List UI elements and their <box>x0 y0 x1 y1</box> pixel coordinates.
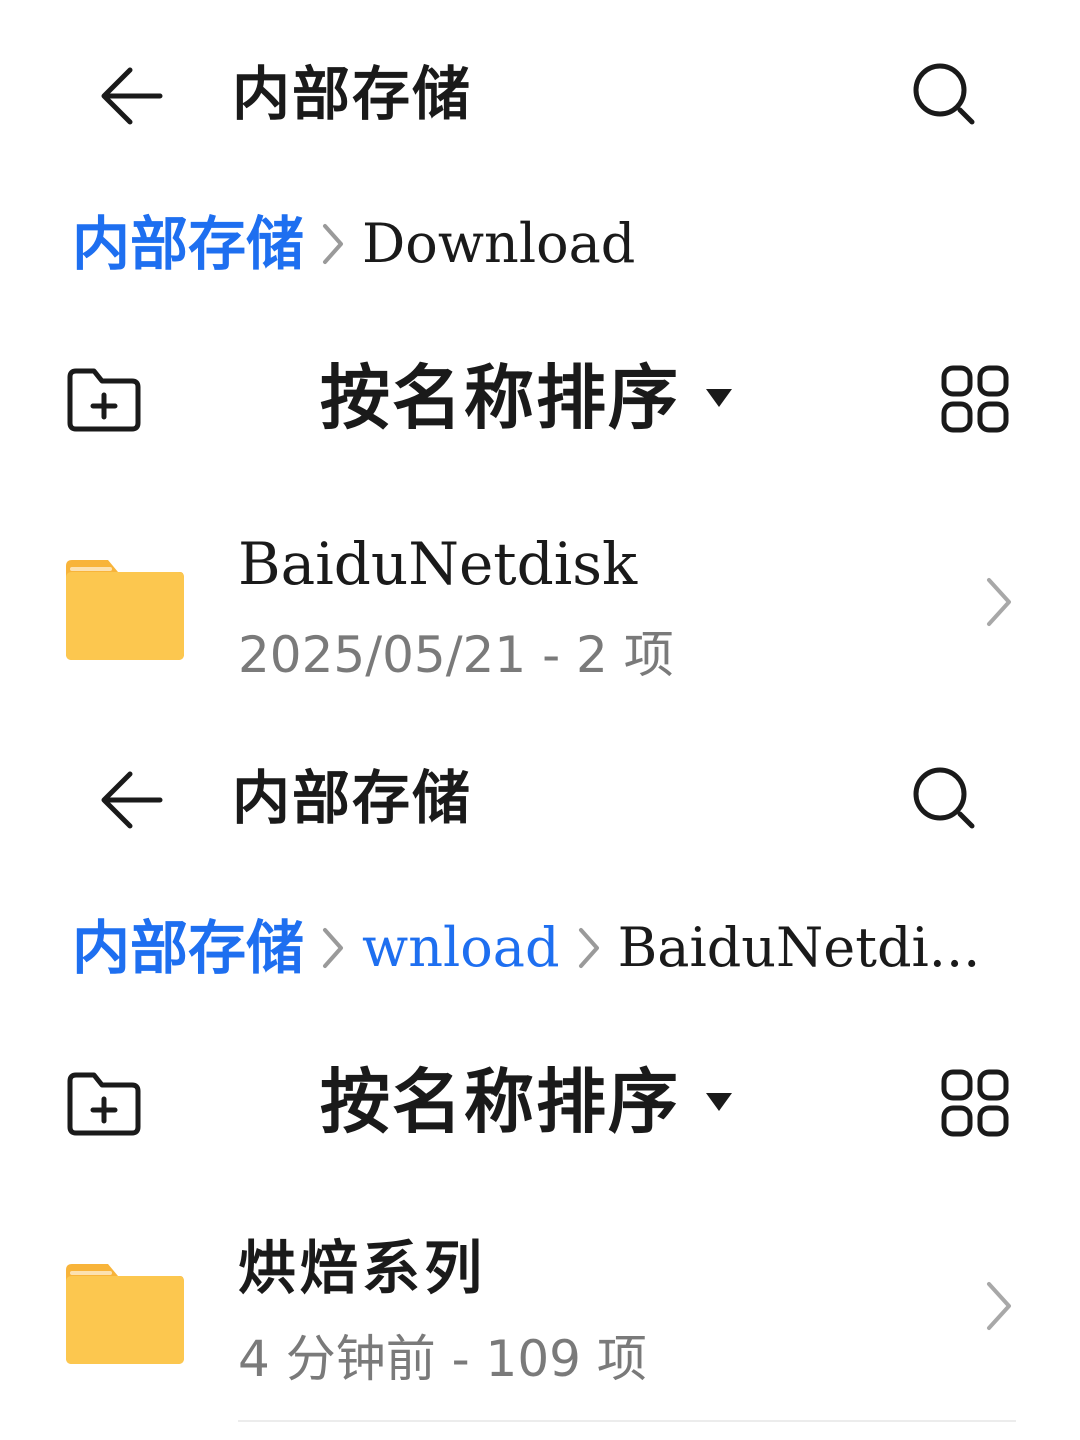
search-icon <box>913 767 975 829</box>
sort-dropdown[interactable]: 按名称排序 <box>320 352 734 444</box>
title-bar: 内部存储 <box>0 30 1080 160</box>
search-icon <box>913 63 975 125</box>
title-bar: 内部存储 <box>0 734 1080 864</box>
new-folder-button[interactable] <box>58 1058 150 1150</box>
folder-add-icon <box>67 1072 141 1136</box>
breadcrumb-current: BaiduNetdi... <box>617 916 981 979</box>
file-browser-panel-1: 内部存储 内部存储 Download 按名称排序 BaiduNetdisk 20… <box>0 0 1080 704</box>
list-item[interactable]: BaiduNetdisk 2025/05/21 - 2 项 <box>0 516 1080 696</box>
sort-dropdown[interactable]: 按名称排序 <box>320 1056 734 1148</box>
grid-view-icon <box>941 365 1009 433</box>
item-name: BaiduNetdisk <box>238 530 638 598</box>
back-button[interactable] <box>84 48 180 144</box>
chevron-right-icon <box>566 908 612 988</box>
toolbar: 按名称排序 <box>0 1052 1080 1152</box>
grid-view-icon <box>941 1069 1009 1137</box>
arrow-left-icon <box>101 771 163 829</box>
caret-down-icon <box>704 387 734 409</box>
folder-icon <box>66 1264 184 1364</box>
item-meta: 4 分钟前 - 109 项 <box>238 1330 647 1388</box>
breadcrumb-internal-storage[interactable]: 内部存储 <box>72 204 304 284</box>
chevron-right-icon <box>968 572 1028 632</box>
breadcrumb-current: Download <box>362 212 636 275</box>
list-item[interactable]: 烘焙系列 4 分钟前 - 109 项 <box>0 1220 1080 1400</box>
folder-icon <box>66 560 184 660</box>
toolbar: 按名称排序 <box>0 348 1080 448</box>
chevron-right-icon <box>310 204 356 284</box>
search-button[interactable] <box>898 752 994 848</box>
grid-view-button[interactable] <box>928 1056 1022 1150</box>
breadcrumb-internal-storage[interactable]: 内部存储 <box>72 908 304 988</box>
item-name: 烘焙系列 <box>238 1234 487 1302</box>
page-title: 内部存储 <box>232 764 473 832</box>
back-button[interactable] <box>84 752 180 848</box>
chevron-right-icon <box>968 1276 1028 1336</box>
sort-label: 按名称排序 <box>320 357 680 439</box>
new-folder-button[interactable] <box>58 354 150 446</box>
item-meta: 2025/05/21 - 2 项 <box>238 626 674 684</box>
caret-down-icon <box>704 1091 734 1113</box>
breadcrumb: 内部存储 wnload BaiduNetdi... <box>72 908 980 988</box>
folder-add-icon <box>67 368 141 432</box>
arrow-left-icon <box>101 67 163 125</box>
page-title: 内部存储 <box>232 60 473 128</box>
file-browser-panel-2: 内部存储 内部存储 wnload BaiduNetdi... 按名称排序 烘焙系… <box>0 704 1080 1422</box>
chevron-right-icon <box>310 908 356 988</box>
breadcrumb-download[interactable]: wnload <box>362 908 560 988</box>
sort-label: 按名称排序 <box>320 1061 680 1143</box>
list-divider <box>238 1420 1016 1422</box>
breadcrumb: 内部存储 Download <box>72 204 635 284</box>
search-button[interactable] <box>898 48 994 144</box>
grid-view-button[interactable] <box>928 352 1022 446</box>
